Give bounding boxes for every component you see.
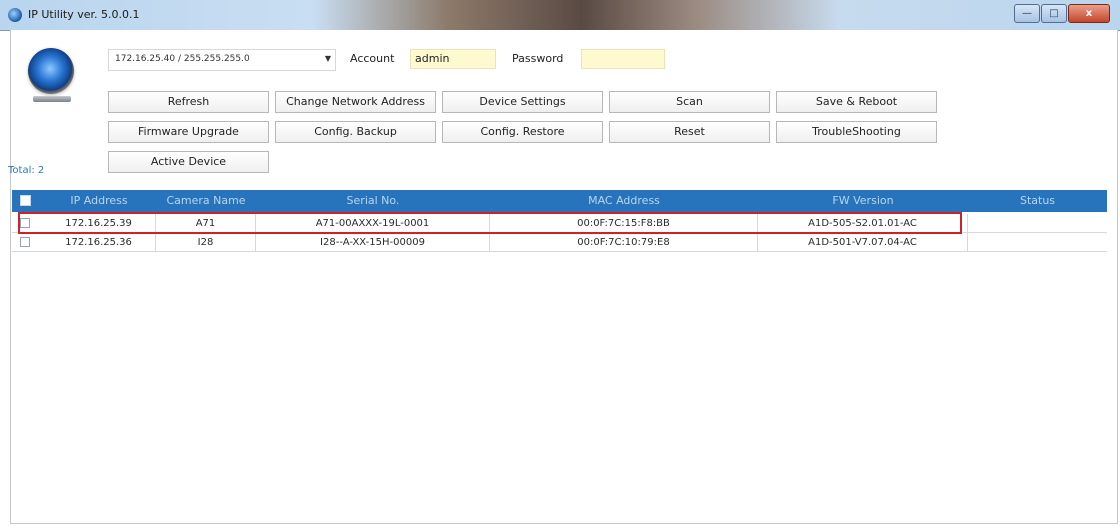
account-field[interactable]: admin xyxy=(410,49,496,69)
cell-status xyxy=(968,233,1107,252)
ip-utility-logo-icon xyxy=(28,48,74,94)
config-restore-button[interactable]: Config. Restore xyxy=(442,121,603,143)
cell-serial-no: I28--A-XX-15H-00009 xyxy=(256,233,490,252)
title-bar[interactable]: IP Utility ver. 5.0.0.1 — □ x xyxy=(0,0,1120,31)
change-network-address-button[interactable]: Change Network Address xyxy=(275,91,436,113)
row-checkbox[interactable] xyxy=(20,237,30,247)
minimize-button[interactable]: — xyxy=(1014,4,1040,23)
password-label: Password xyxy=(512,52,564,65)
scan-button[interactable]: Scan xyxy=(609,91,770,113)
maximize-button[interactable]: □ xyxy=(1041,4,1067,23)
app-icon xyxy=(8,8,22,22)
config-backup-button[interactable]: Config. Backup xyxy=(275,121,436,143)
network-interface-value: 172.16.25.40 / 255.255.255.0 xyxy=(115,54,250,64)
close-button[interactable]: x xyxy=(1068,4,1110,23)
logo-base xyxy=(33,96,71,102)
cell-mac-address: 00:0F:7C:10:79:E8 xyxy=(490,233,758,252)
network-interface-select[interactable]: 172.16.25.40 / 255.255.255.0 ▼ xyxy=(108,49,336,71)
cell-fw-version: A1D-501-V7.07.04-AC xyxy=(758,233,968,252)
column-header-ip-address[interactable]: IP Address xyxy=(42,190,156,212)
column-header-serial-no[interactable]: Serial No. xyxy=(256,190,490,212)
troubleshooting-button[interactable]: TroubleShooting xyxy=(776,121,937,143)
cell-camera-name: I28 xyxy=(156,233,256,252)
chevron-down-icon[interactable]: ▼ xyxy=(325,54,331,63)
cell-status xyxy=(968,214,1107,233)
password-field[interactable] xyxy=(581,49,665,69)
column-header-camera-name[interactable]: Camera Name xyxy=(156,190,256,212)
device-settings-button[interactable]: Device Settings xyxy=(442,91,603,113)
column-header-mac-address[interactable]: MAC Address xyxy=(490,190,758,212)
column-header-status[interactable]: Status xyxy=(968,190,1107,212)
firmware-upgrade-button[interactable]: Firmware Upgrade xyxy=(108,121,269,143)
reset-button[interactable]: Reset xyxy=(609,121,770,143)
total-count: Total: 2 xyxy=(8,165,45,176)
refresh-button[interactable]: Refresh xyxy=(108,91,269,113)
active-device-button[interactable]: Active Device xyxy=(108,151,269,173)
column-header-fw-version[interactable]: FW Version xyxy=(758,190,968,212)
select-all-checkbox[interactable] xyxy=(20,195,31,206)
ip-utility-window: IP Utility ver. 5.0.0.1 — □ x 172.16.25.… xyxy=(0,0,1120,529)
table-header: IP Address Camera Name Serial No. MAC Ad… xyxy=(12,190,1107,212)
window-title: IP Utility ver. 5.0.0.1 xyxy=(28,8,140,21)
table-row[interactable]: 172.16.25.36 I28 I28--A-XX-15H-00009 00:… xyxy=(12,233,1107,252)
window-controls: — □ x xyxy=(1013,4,1110,23)
selected-row-highlight xyxy=(18,212,962,234)
save-reboot-button[interactable]: Save & Reboot xyxy=(776,91,937,113)
cell-ip-address: 172.16.25.36 xyxy=(42,233,156,252)
account-label: Account xyxy=(350,52,395,65)
